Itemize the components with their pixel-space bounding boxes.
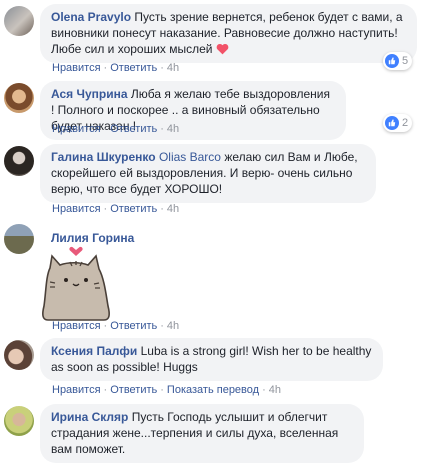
reaction-count[interactable]: 5 <box>383 52 413 70</box>
comment-bubble: Галина Шкуренко Olias Barco желаю сил Ва… <box>40 144 376 203</box>
reply-link[interactable]: Ответить <box>110 203 157 215</box>
like-link[interactable]: Нравится <box>52 62 101 74</box>
comment-time[interactable]: 4h <box>167 123 179 135</box>
reply-link[interactable]: Ответить <box>110 62 157 74</box>
see-translation-link[interactable]: Показать перевод <box>167 384 259 396</box>
separator: · <box>262 384 266 396</box>
comment-bubble: Ксения Палфи Luba is a strong girl! Wish… <box>40 338 383 381</box>
separator: · <box>103 123 108 135</box>
separator: · <box>103 384 108 396</box>
separator: · <box>103 203 108 215</box>
reply-link[interactable]: Ответить <box>110 123 157 135</box>
reply-link[interactable]: Ответить <box>110 384 157 396</box>
thumbs-up-icon <box>385 116 399 130</box>
like-link[interactable]: Нравится <box>52 123 101 135</box>
avatar[interactable] <box>4 224 34 254</box>
comment-time[interactable]: 4h <box>269 384 281 396</box>
comment-time[interactable]: 4h <box>167 203 179 215</box>
comment-author[interactable]: Лилия Горина <box>51 231 134 245</box>
avatar[interactable] <box>4 83 34 113</box>
comment-author[interactable]: Olena Pravylo <box>51 10 131 24</box>
comment-author[interactable]: Ася Чуприна <box>51 87 128 101</box>
reaction-number: 2 <box>402 117 409 129</box>
reaction-count[interactable]: 2 <box>383 114 413 132</box>
comment-actions: Нравится · Ответить · Показать перевод · 4h <box>52 383 281 397</box>
comment-time[interactable]: 4h <box>167 62 179 74</box>
comment-actions: Нравится · Ответить · 4h <box>52 319 179 333</box>
heart-emoji-icon <box>216 43 229 55</box>
tagged-user[interactable]: Olias Barco <box>159 150 221 164</box>
reply-link[interactable]: Ответить <box>110 320 157 332</box>
separator: · <box>160 320 164 332</box>
comment-time[interactable]: 4h <box>167 320 179 332</box>
comment-actions: Нравится · Ответить · 4h <box>52 61 179 75</box>
avatar[interactable] <box>4 6 34 36</box>
separator: · <box>160 123 164 135</box>
avatar[interactable] <box>4 406 34 436</box>
comment-author[interactable]: Ирина Скляр <box>51 410 128 424</box>
reaction-number: 5 <box>402 55 409 67</box>
like-link[interactable]: Нравится <box>52 320 101 332</box>
avatar[interactable] <box>4 340 34 370</box>
like-link[interactable]: Нравится <box>52 203 101 215</box>
avatar[interactable] <box>4 146 34 176</box>
like-link[interactable]: Нравится <box>52 384 101 396</box>
comment-bubble: Olena Pravylo Пусть зрение вернется, реб… <box>40 4 417 63</box>
separator: · <box>160 62 164 74</box>
thumbs-up-icon <box>385 54 399 68</box>
pusheen-cat-heart-sticker <box>42 246 110 321</box>
separator: · <box>103 320 108 332</box>
comment-bubble: Ирина Скляр Пусть Господь услышит и обле… <box>40 404 364 463</box>
separator: · <box>103 62 108 74</box>
comment-actions: Нравится · Ответить · 4h <box>52 202 179 216</box>
comment-actions: Нравится · Ответить · 4h <box>52 122 179 136</box>
separator: · <box>160 203 164 215</box>
comment-author[interactable]: Ксения Палфи <box>51 344 137 358</box>
comment-author[interactable]: Галина Шкуренко <box>51 150 156 164</box>
separator: · <box>160 384 164 396</box>
